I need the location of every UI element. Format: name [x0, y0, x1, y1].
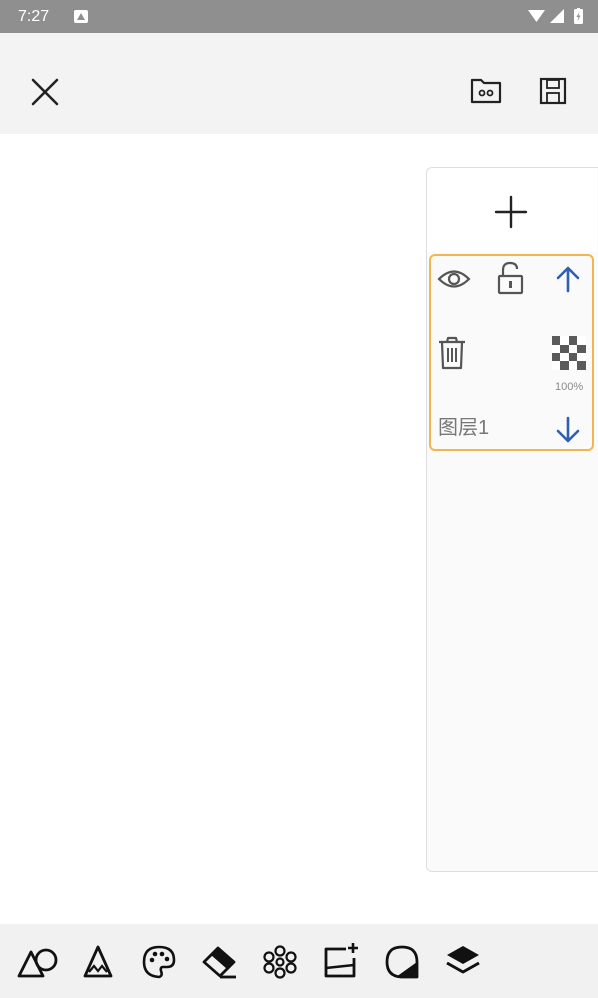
- status-bar: 7:27: [0, 0, 598, 33]
- add-image-icon[interactable]: [322, 941, 360, 979]
- layer-opacity-value: 100%: [555, 381, 584, 393]
- fill-icon[interactable]: [384, 945, 420, 979]
- flower-brush-icon[interactable]: [262, 945, 298, 979]
- layer-name: 图层1: [438, 417, 490, 439]
- layers-panel: 100% 图层1: [426, 167, 598, 872]
- delete-layer-icon[interactable]: [437, 336, 467, 370]
- eraser-icon[interactable]: [201, 944, 239, 980]
- add-layer-button[interactable]: [427, 168, 597, 252]
- wifi-icon: [528, 10, 545, 22]
- save-icon[interactable]: [539, 77, 567, 105]
- layer-item[interactable]: 100% 图层1: [429, 254, 594, 451]
- close-icon[interactable]: [30, 77, 60, 107]
- app-screen: 7:27 100% 图层1: [0, 0, 598, 998]
- status-time: 7:27: [18, 8, 50, 25]
- move-layer-up-icon[interactable]: [555, 265, 581, 293]
- visibility-eye-icon[interactable]: [437, 266, 471, 292]
- move-layer-down-icon[interactable]: [555, 416, 581, 444]
- plus-icon: [494, 195, 528, 229]
- shapes-icon[interactable]: [17, 946, 59, 978]
- palette-icon[interactable]: [142, 945, 176, 979]
- unlock-icon[interactable]: [497, 261, 525, 295]
- cell-signal-icon: [550, 9, 564, 23]
- layers-icon[interactable]: [444, 944, 482, 978]
- opacity-checker-icon[interactable]: [552, 336, 586, 370]
- pencil-icon[interactable]: [81, 944, 115, 980]
- bottom-toolbar: [0, 924, 598, 998]
- status-icons: [528, 8, 583, 24]
- folder-icon[interactable]: [470, 77, 502, 105]
- notification-icon: [74, 10, 88, 23]
- top-toolbar: [0, 33, 598, 134]
- battery-icon: [574, 8, 583, 24]
